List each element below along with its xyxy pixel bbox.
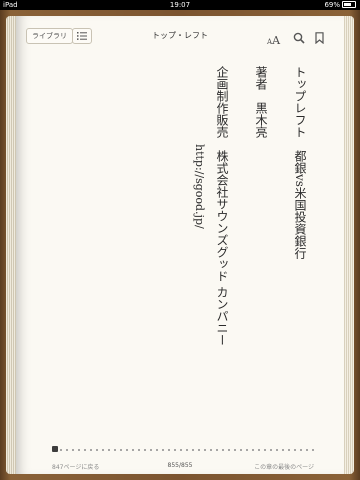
content-line-author: 著者 黒木亮 (254, 66, 268, 138)
search-button[interactable] (293, 29, 305, 44)
battery-icon (342, 0, 356, 8)
content-line-url: http://sgood.jp/ (193, 144, 206, 229)
library-button[interactable]: ライブラリ (26, 28, 73, 44)
bookmark-icon (315, 32, 324, 45)
bookmark-button[interactable] (315, 29, 324, 45)
content-line-title: トップレフト 都銀vs米国投資銀行 (293, 66, 307, 259)
content-line-publisher: 企画制作販売 株式会社サウンズグッド カンパニー (215, 66, 229, 346)
book-frame: ライブラリ トップ・レフト AA トップレフト 都銀vs米国投資銀行 著者 黒木… (0, 10, 360, 480)
battery-indicator: 69% (324, 0, 356, 10)
battery-percent: 69% (324, 1, 340, 9)
reader-toolbar: ライブラリ トップ・レフト AA (16, 16, 344, 50)
page-stack-right (344, 16, 354, 474)
page-progress-bar[interactable] (52, 447, 318, 453)
book-page[interactable]: ライブラリ トップ・レフト AA トップレフト 都銀vs米国投資銀行 著者 黒木… (16, 16, 344, 474)
list-icon (77, 32, 87, 40)
font-size-button[interactable]: AA (267, 29, 280, 48)
search-icon (293, 32, 305, 44)
book-title: トップ・レフト (152, 31, 208, 40)
progress-knob[interactable] (52, 446, 58, 452)
table-of-contents-button[interactable] (72, 28, 92, 44)
chapter-remaining: この章の最後のページ (254, 464, 314, 471)
font-big-glyph: A (272, 34, 281, 47)
status-time: 19:07 (169, 1, 191, 9)
status-bar: iPad 19:07 69% (0, 0, 360, 10)
